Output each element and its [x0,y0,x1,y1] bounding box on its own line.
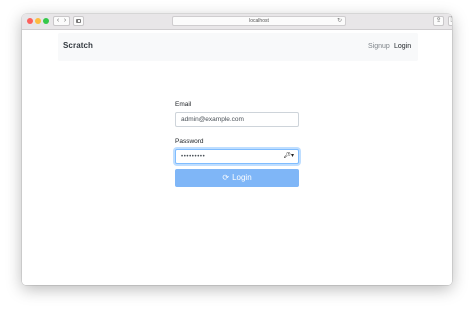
spinner-icon: ⟳ [222,173,230,182]
email-field[interactable]: admin@example.com [175,112,299,127]
maximize-window-button[interactable] [43,18,49,24]
tabs-icon: ❐ [450,17,452,24]
login-button-label: Login [232,173,252,182]
back-icon[interactable]: ‹ [55,17,62,25]
login-button[interactable]: ⟳ Login [175,169,299,187]
navbar: Scratch Signup Login [58,33,418,61]
browser-window: ‹› localhost ↻ ⇪ ❐ + Scratch Signup Logi… [22,14,452,285]
password-label: Password [175,138,204,145]
history-nav-group: ‹ › [53,16,70,26]
forward-icon[interactable]: › [62,17,69,25]
email-value: admin@example.com [181,116,244,123]
screenshot-stage: ‹› localhost ↻ ⇪ ❐ + Scratch Signup Logi… [0,0,474,314]
form-spacer [175,127,299,138]
web-page: Scratch Signup Login Email admin@example… [22,30,452,285]
password-field[interactable]: ••••••••• 🔑︎▾ [175,149,299,164]
browser-toolbar: ‹› localhost ↻ ⇪ ❐ + [22,14,452,30]
brand-link[interactable]: Scratch [63,41,93,50]
close-window-button[interactable] [27,18,33,24]
sidebar-toggle-button[interactable] [73,16,84,26]
password-value: ••••••••• [181,154,206,160]
nav-login-link[interactable]: Login [394,43,411,51]
address-text: localhost [249,18,269,24]
key-icon[interactable]: 🔑︎▾ [283,150,294,163]
show-tabs-button[interactable]: ❐ [448,16,452,26]
share-button[interactable]: ⇪ [433,16,444,26]
nav-signup-link[interactable]: Signup [368,43,390,51]
address-bar[interactable]: localhost ↻ [172,16,346,26]
minimize-window-button[interactable] [35,18,41,24]
share-icon: ⇪ [435,17,442,24]
sidebar-icon [76,19,81,23]
email-label: Email [175,101,192,108]
login-form: Email admin@example.com Password •••••••… [175,101,299,187]
reload-icon[interactable]: ↻ [337,17,342,25]
